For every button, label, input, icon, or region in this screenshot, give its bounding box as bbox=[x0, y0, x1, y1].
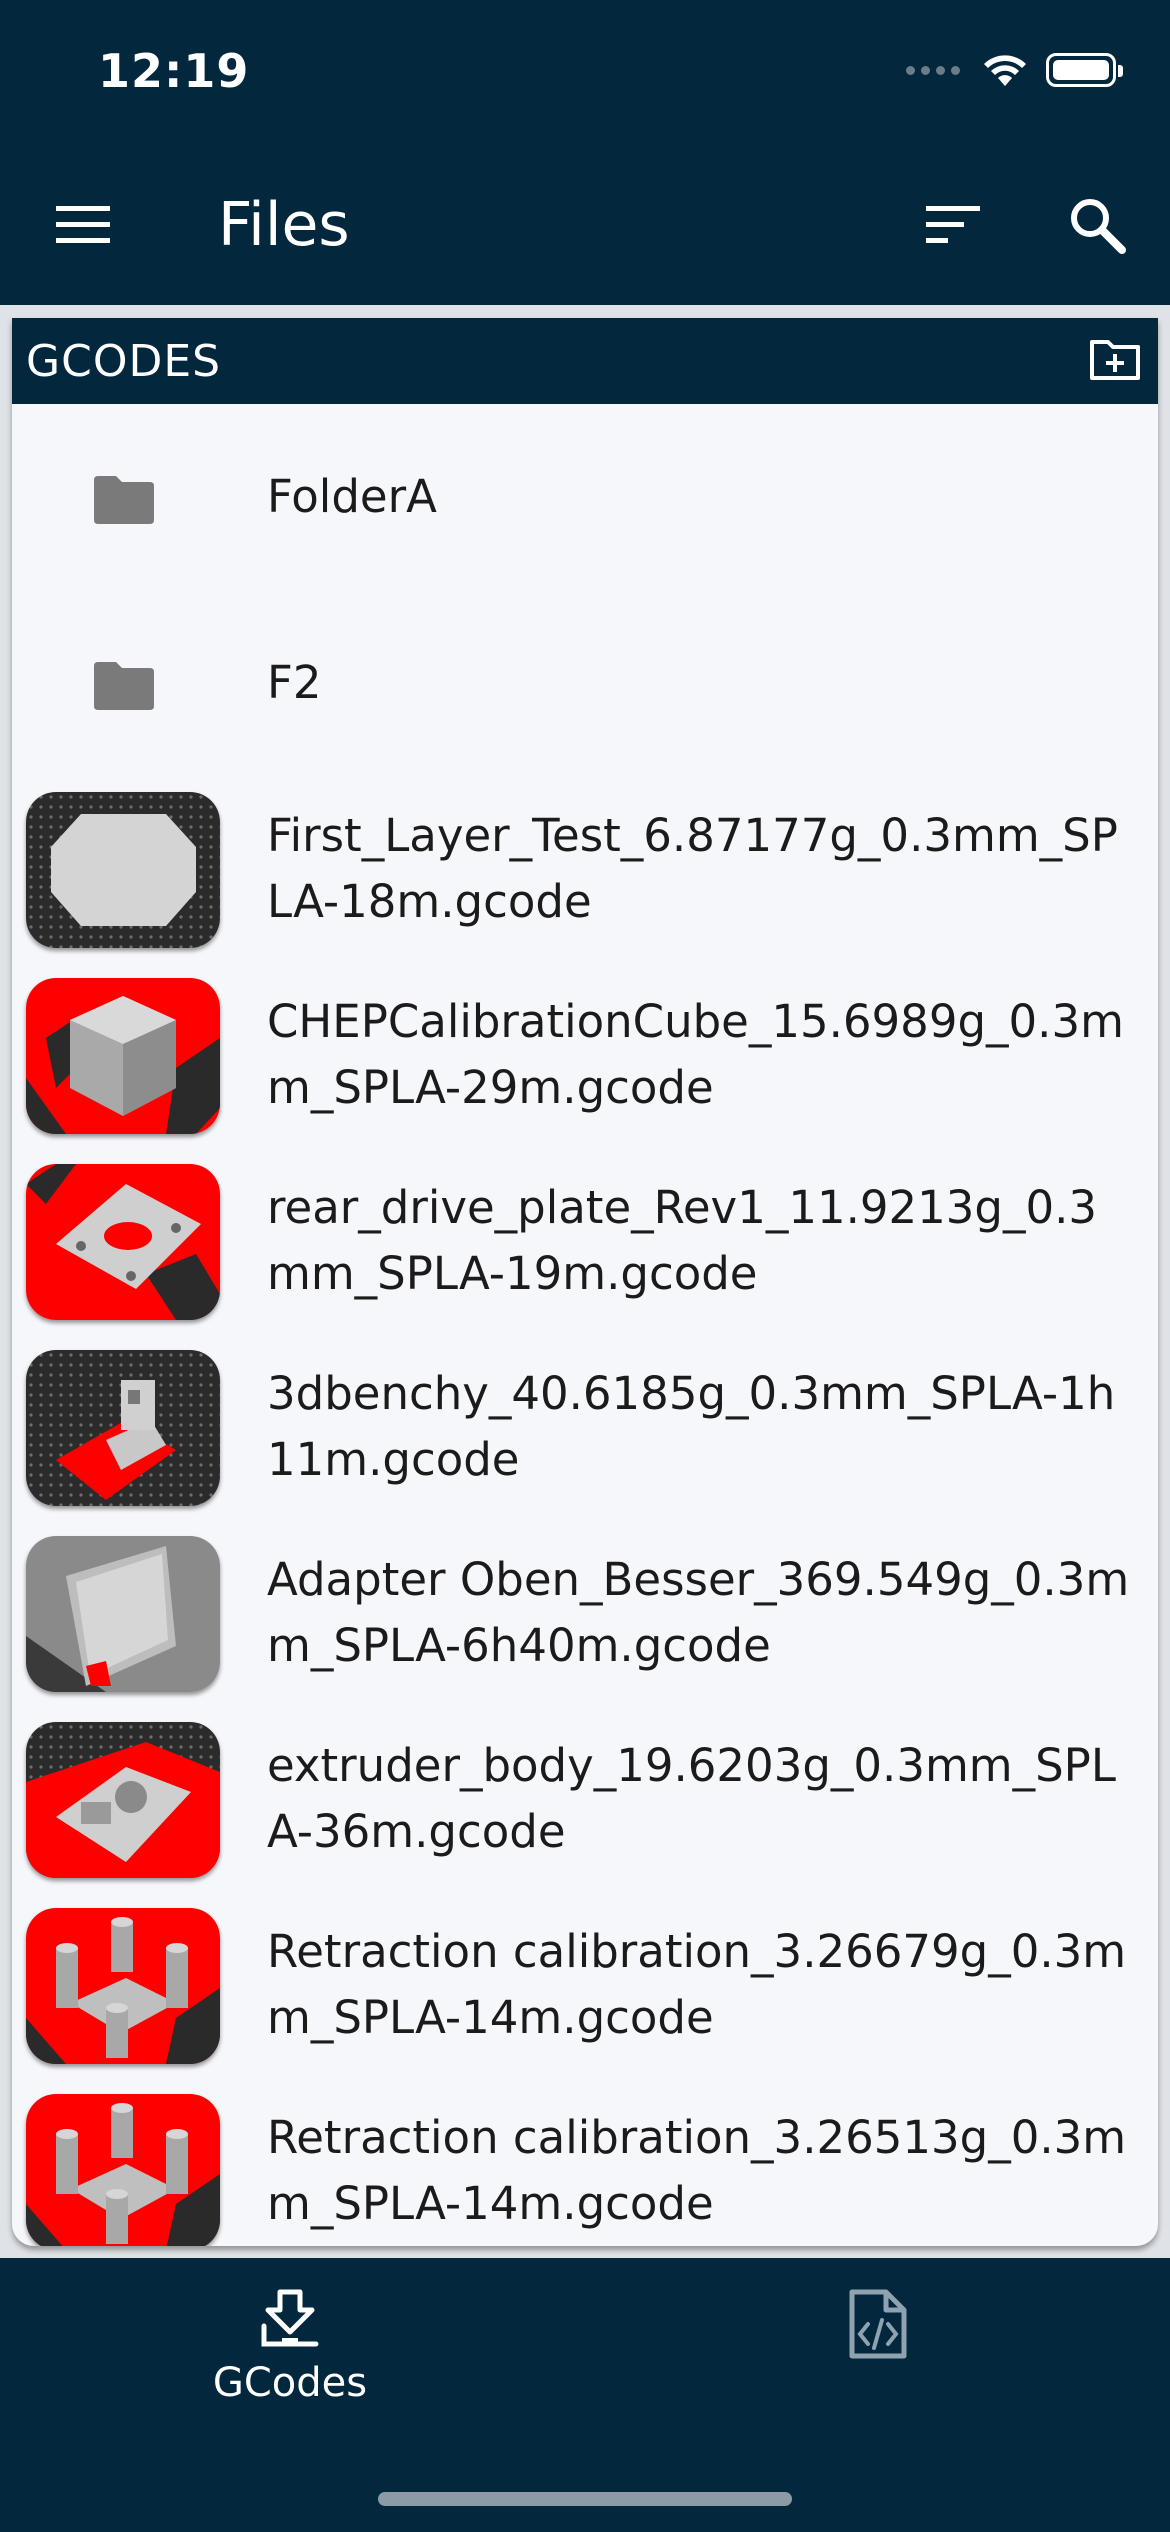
status-bar: 12:19 bbox=[0, 0, 1170, 150]
home-indicator bbox=[378, 2492, 792, 2506]
folder-name: F2 bbox=[267, 656, 322, 709]
folder-icon bbox=[94, 662, 154, 710]
adapter-thumbnail bbox=[26, 1536, 220, 1692]
folder-row[interactable]: FolderA bbox=[12, 404, 1158, 590]
folder-icon bbox=[94, 476, 154, 524]
section-header: GCODES bbox=[12, 318, 1158, 404]
new-folder-button[interactable] bbox=[1088, 336, 1142, 384]
retraction-thumbnail bbox=[26, 1908, 220, 2064]
section-title: GCODES bbox=[26, 336, 222, 387]
file-row[interactable]: First_Layer_Test_6.87177g_0.3mm_SPLA-18m… bbox=[12, 776, 1158, 962]
menu-button[interactable] bbox=[54, 200, 114, 250]
folder-name: FolderA bbox=[267, 470, 437, 523]
file-row[interactable]: CHEPCalibrationCube_15.6989g_0.3mm_SPLA-… bbox=[12, 962, 1158, 1148]
calibration-cube-thumbnail bbox=[26, 978, 220, 1134]
extruder-thumbnail bbox=[26, 1722, 220, 1878]
file-name: rear_drive_plate_Rev1_11.9213g_0.3mm_SPL… bbox=[267, 1181, 1098, 1300]
file-name: extruder_body_19.6203g_0.3mm_SPLA-36m.gc… bbox=[267, 1739, 1116, 1858]
wifi-icon bbox=[984, 55, 1026, 86]
file-row[interactable]: rear_drive_plate_Rev1_11.9213g_0.3mm_SPL… bbox=[12, 1148, 1158, 1334]
folder-plus-icon bbox=[1090, 340, 1140, 380]
search-icon bbox=[1071, 199, 1126, 254]
sort-icon bbox=[926, 206, 980, 243]
printer-download-icon bbox=[261, 2289, 319, 2347]
status-time: 12:19 bbox=[98, 44, 250, 98]
file-row[interactable]: extruder_body_19.6203g_0.3mm_SPLA-36m.gc… bbox=[12, 1706, 1158, 1892]
file-row[interactable]: Retraction calibration_3.26513g_0.3mm_SP… bbox=[12, 2078, 1158, 2246]
file-name: Retraction calibration_3.26513g_0.3mm_SP… bbox=[267, 2111, 1127, 2230]
files-card: GCODES FolderA F2 First_Layer_Test_6.871… bbox=[12, 318, 1158, 2246]
file-row[interactable]: Retraction calibration_3.26679g_0.3mm_SP… bbox=[12, 1892, 1158, 2078]
drive-plate-thumbnail bbox=[26, 1164, 220, 1320]
status-indicators bbox=[906, 52, 1123, 88]
file-list: FolderA F2 First_Layer_Test_6.87177g_0.3… bbox=[12, 404, 1158, 2246]
tab-files[interactable] bbox=[728, 2288, 1028, 2438]
hamburger-menu-icon bbox=[56, 206, 110, 243]
file-row[interactable]: 3dbenchy_40.6185g_0.3mm_SPLA-1h11m.gcode bbox=[12, 1334, 1158, 1520]
file-name: First_Layer_Test_6.87177g_0.3mm_SPLA-18m… bbox=[267, 809, 1118, 928]
tab-gcodes[interactable]: GCodes bbox=[140, 2288, 440, 2438]
file-name: CHEPCalibrationCube_15.6989g_0.3mm_SPLA-… bbox=[267, 995, 1124, 1114]
cellular-signal-icon bbox=[906, 65, 960, 75]
file-name: Adapter Oben_Besser_369.549g_0.3mm_SPLA-… bbox=[267, 1553, 1130, 1672]
sort-button[interactable] bbox=[922, 198, 986, 254]
page-title: Files bbox=[218, 190, 350, 260]
benchy-thumbnail bbox=[26, 1350, 220, 1506]
bottom-tab-bar: GCodes bbox=[0, 2258, 1170, 2532]
battery-icon bbox=[1046, 53, 1123, 87]
file-name: 3dbenchy_40.6185g_0.3mm_SPLA-1h11m.gcode bbox=[267, 1367, 1116, 1486]
folder-row[interactable]: F2 bbox=[12, 590, 1158, 776]
retraction-thumbnail bbox=[26, 2094, 220, 2246]
first-layer-thumbnail bbox=[26, 792, 220, 948]
file-name: Retraction calibration_3.26679g_0.3mm_SP… bbox=[267, 1925, 1127, 2044]
app-bar: Files bbox=[0, 150, 1170, 305]
search-button[interactable] bbox=[1066, 194, 1128, 256]
file-row[interactable]: Adapter Oben_Besser_369.549g_0.3mm_SPLA-… bbox=[12, 1520, 1158, 1706]
file-code-icon bbox=[849, 2289, 907, 2359]
tab-gcodes-label: GCodes bbox=[212, 2360, 368, 2406]
